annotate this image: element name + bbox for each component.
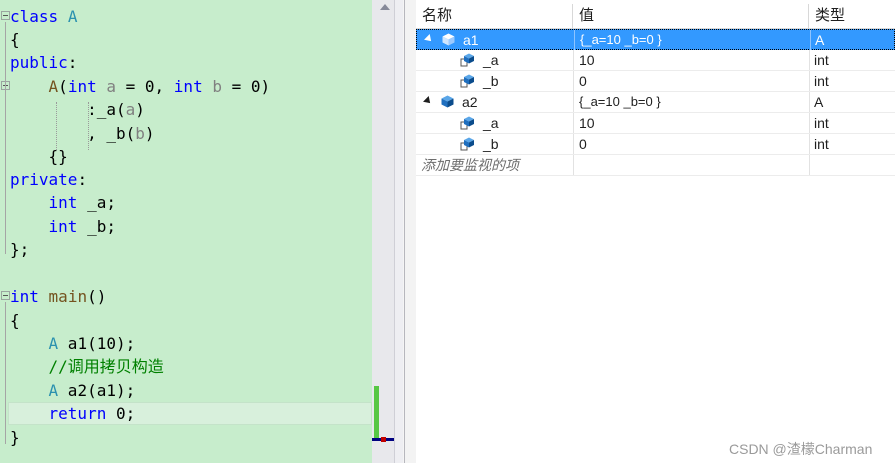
code-line-14: { [10, 311, 20, 330]
watch-row-a2-_a[interactable]: _a 10 int [416, 113, 895, 134]
watch-name: _a [483, 115, 499, 131]
watch-type: A [809, 92, 895, 112]
watch-value[interactable]: 10 [573, 113, 809, 133]
watch-name: _a [483, 52, 499, 68]
watch-type: int [809, 50, 895, 70]
watermark: CSDN @渣檬Charman [729, 441, 873, 457]
editor-scrollbar[interactable] [372, 0, 394, 463]
scroll-thumb[interactable] [379, 18, 387, 428]
watch-header: 名称 值 类型 [416, 4, 895, 29]
column-header-value[interactable]: 值 [573, 4, 809, 28]
watch-name: _b [483, 73, 499, 89]
code-line-2: { [10, 30, 20, 49]
watch-gutter [405, 0, 416, 463]
code-line-1: class A [10, 7, 78, 26]
code-line-18: return 0; [48, 404, 136, 423]
code-line-6: , _b(b) [87, 124, 155, 143]
code-line-13: int main() [10, 287, 107, 306]
expanded-arrow-icon[interactable] [423, 96, 433, 106]
collapse-main-icon[interactable] [1, 291, 10, 300]
code-line-19: } [10, 428, 20, 447]
watch-type: A [810, 30, 895, 50]
code-line-15: A a1(10); [48, 334, 136, 353]
watch-name: _b [483, 136, 499, 152]
watch-value[interactable]: 0 [573, 134, 809, 154]
watch-row-a1-_b[interactable]: _b 0 int [416, 71, 895, 92]
column-header-type[interactable]: 类型 [809, 4, 895, 28]
watch-name: a2 [462, 94, 478, 110]
watch-row-a2-_b[interactable]: _b 0 int [416, 134, 895, 155]
watch-value[interactable]: 10 [573, 50, 809, 70]
field-icon [460, 116, 474, 130]
breakpoint-marker [381, 437, 386, 442]
code-line-11: }; [10, 240, 30, 259]
constructor-outline-bar [5, 92, 6, 162]
pane-splitter[interactable] [394, 0, 403, 463]
watch-row-a1[interactable]: a1 {_a=10 _b=0 } A [416, 29, 895, 50]
object-icon [441, 95, 454, 108]
code-line-5: :_a(a) [87, 100, 145, 119]
watch-type: int [809, 71, 895, 91]
add-watch-row[interactable]: 添加要监视的项 [416, 155, 895, 176]
field-icon [460, 74, 474, 88]
watch-row-a2[interactable]: a2 {_a=10 _b=0 } A [416, 92, 895, 113]
column-header-name[interactable]: 名称 [416, 4, 573, 28]
code-line-17: A a2(a1); [48, 381, 136, 400]
code-line-10: int _b; [48, 217, 116, 236]
watch-value[interactable]: {_a=10 _b=0 } [574, 30, 810, 50]
watch-value[interactable]: {_a=10 _b=0 } [573, 92, 809, 112]
field-icon [460, 137, 474, 151]
watch-row-a1-_a[interactable]: _a 10 int [416, 50, 895, 71]
change-marker [374, 386, 379, 438]
code-line-8: private: [10, 170, 88, 189]
object-icon [442, 33, 455, 46]
scroll-up-icon[interactable] [380, 4, 390, 10]
add-watch-value-cell [573, 155, 809, 175]
watch-type: int [809, 113, 895, 133]
field-icon [460, 53, 474, 67]
code-line-16: //调用拷贝构造 [48, 357, 164, 376]
code-editor[interactable]: class A { public: A(int a = 0, int b = 0… [0, 0, 372, 463]
watch-name: a1 [463, 32, 479, 48]
main-outline-bar [5, 302, 6, 444]
watch-type: int [809, 134, 895, 154]
collapse-class-icon[interactable] [1, 11, 10, 20]
add-watch-type-cell [809, 155, 895, 175]
add-watch-input[interactable]: 添加要监视的项 [416, 155, 573, 175]
code-line-9: int _a; [48, 193, 116, 212]
watch-value[interactable]: 0 [573, 71, 809, 91]
expanded-arrow-icon[interactable] [424, 34, 434, 44]
watch-window[interactable]: 名称 值 类型 a1 {_a=10 _b=0 } A _a 10 int _b … [405, 0, 895, 463]
code-line-3: public: [10, 53, 78, 72]
code-line-4: A(int a = 0, int b = 0) [48, 77, 271, 96]
code-line-7: {} [48, 147, 68, 166]
